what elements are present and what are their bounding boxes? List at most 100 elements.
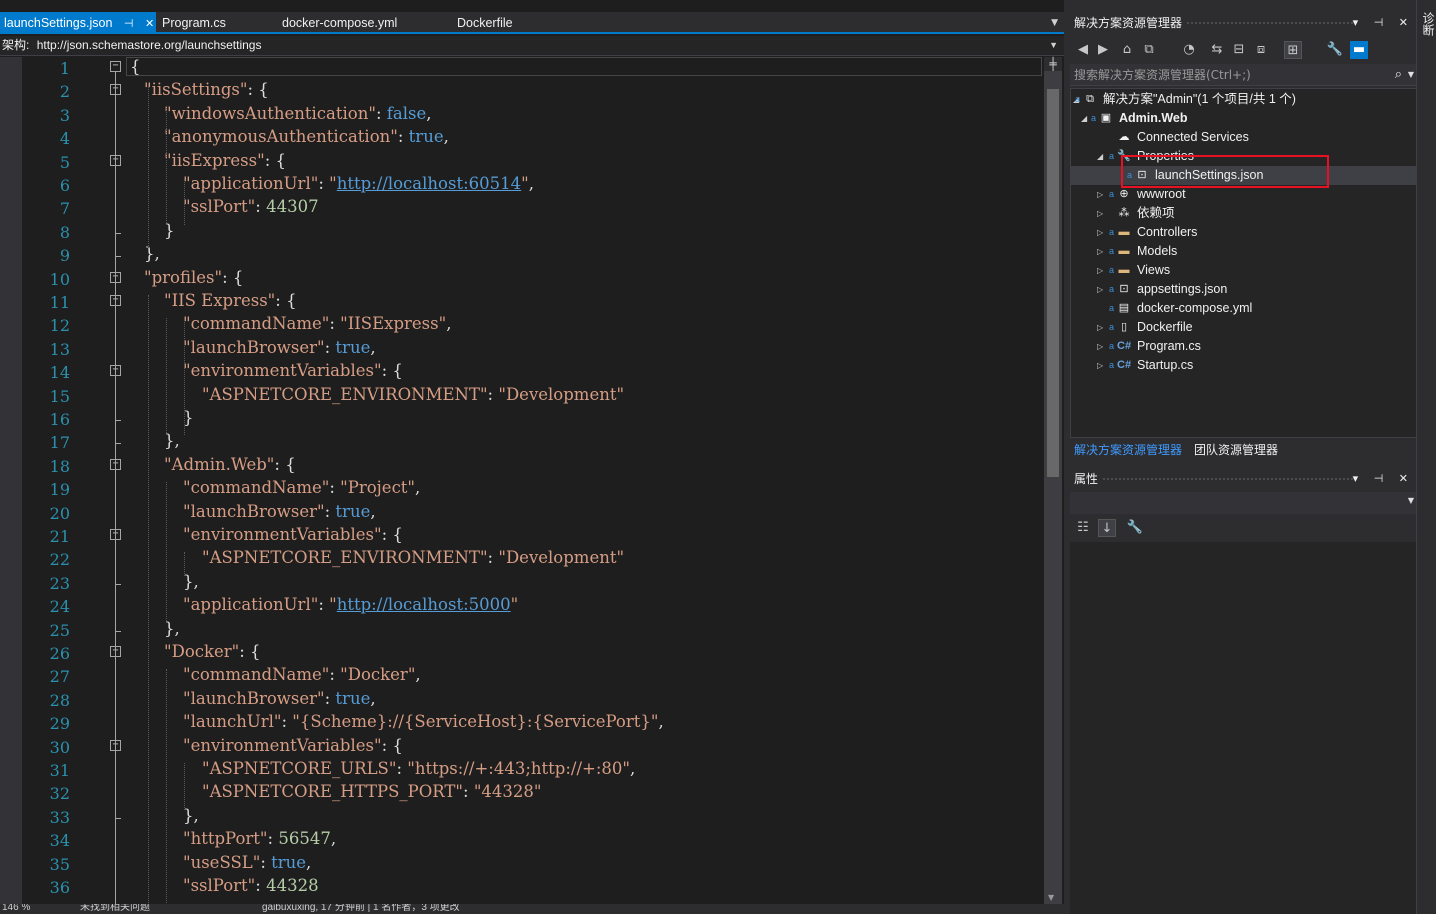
pin-icon[interactable]: ⊣ — [124, 13, 134, 35]
tab-solution-explorer[interactable]: 解决方案资源管理器 — [1070, 440, 1186, 460]
tree-item-connected-services[interactable]: ☁ Connected Services — [1071, 128, 1417, 147]
properties-wrench-icon[interactable]: 🔧 — [1326, 41, 1344, 59]
tree-item-startup-cs[interactable]: ▷ a C# Startup.cs — [1071, 356, 1417, 375]
categorized-icon[interactable]: ☷ — [1074, 519, 1092, 537]
panel-window-controls[interactable]: ▾ ⊣ ✕ — [1353, 12, 1414, 34]
collapse-all-icon[interactable]: ⊟ — [1230, 41, 1248, 59]
tab-overflow-dropdown-icon[interactable]: ▼ — [1051, 12, 1058, 34]
code-line: { — [130, 57, 141, 78]
home-icon[interactable]: ⌂ — [1118, 41, 1136, 59]
code-line: }, — [183, 570, 199, 593]
chevron-down-icon[interactable]: ▼ — [1049, 36, 1058, 55]
diagnostics-side-tab[interactable]: 诊断 — [1420, 12, 1436, 36]
tab-launchsettings[interactable]: launchSettings.json ⊣ ✕ — [0, 12, 156, 34]
collapsed-arrow-icon[interactable]: ▷ — [1097, 185, 1103, 204]
code-line: "applicationUrl": "http://localhost:5000… — [183, 593, 518, 616]
tree-item-docker-compose-yml[interactable]: a ▤ docker-compose.yml — [1071, 299, 1417, 318]
collapsed-arrow-icon[interactable]: ▷ — [1097, 318, 1103, 337]
collapsed-arrow-icon[interactable]: ▷ — [1097, 204, 1103, 223]
solution-tree: ◢ a ⧉ 解决方案"Admin"(1 个项目/共 1 个) ◢ a ▣ Admin.Web ☁… — [1070, 88, 1418, 438]
tab-docker-compose[interactable]: docker-compose.yml — [278, 12, 397, 34]
vertical-scrollbar[interactable]: ▼ — [1044, 57, 1062, 904]
tree-item-solution[interactable]: ◢ a ⧉ 解决方案"Admin"(1 个项目/共 1 个) — [1071, 90, 1417, 109]
code-text-area[interactable]: {"iisSettings": {"windowsAuthentication"… — [126, 57, 1044, 904]
panel-title: 解决方案资源管理器 — [1074, 16, 1183, 30]
solution-explorer-titlebar[interactable]: 解决方案资源管理器 ▾ ⊣ ✕ — [1070, 12, 1418, 34]
properties-titlebar[interactable]: 属性 ▾ ⊣ ✕ — [1070, 468, 1418, 490]
tab-dockerfile[interactable]: Dockerfile — [453, 12, 513, 34]
property-pages-icon[interactable]: 🔧 — [1126, 519, 1144, 537]
code-line: "environmentVariables": { — [183, 359, 403, 382]
editor-status-bar: 146 % 未找到相关问题 gaibuxuxing, 17 分钟前 | 1 名作… — [0, 904, 1064, 914]
code-token: "Admin.Web" — [164, 454, 275, 474]
minimize-icon[interactable]: ▬ — [1350, 41, 1368, 59]
pending-changes-filter-icon[interactable]: ◔ — [1180, 41, 1198, 59]
back-icon[interactable]: ◀ — [1074, 41, 1092, 59]
drag-grip[interactable] — [1186, 21, 1356, 25]
line-number: 23 — [49, 573, 70, 593]
source-control-lock-icon: a — [1109, 246, 1115, 256]
collapsed-arrow-icon[interactable]: ▷ — [1097, 356, 1103, 375]
collapsed-arrow-icon[interactable]: ▷ — [1097, 261, 1103, 280]
forward-icon[interactable]: ▶ — [1094, 41, 1112, 59]
tree-item-appsettings-json[interactable]: ▷ a ⊡ appsettings.json — [1071, 280, 1417, 299]
chevron-down-icon[interactable]: ▼ — [1408, 496, 1414, 505]
url-link[interactable]: http://localhost:60514 — [337, 174, 521, 193]
code-line: "Docker": { — [164, 640, 261, 663]
collapsed-arrow-icon[interactable]: ▷ — [1097, 242, 1103, 261]
scrollbar-thumb[interactable] — [1047, 89, 1059, 477]
line-number: 33 — [49, 807, 70, 827]
alphabetical-icon[interactable]: ↓ — [1098, 519, 1116, 537]
search-icon[interactable]: ⌕ — [1395, 64, 1402, 86]
tab-program-cs[interactable]: Program.cs — [158, 12, 226, 34]
indicator-margin — [0, 57, 22, 904]
tree-item-models[interactable]: ▷ a ▬ Models — [1071, 242, 1417, 261]
tree-item-views[interactable]: ▷ a ▬ Views — [1071, 261, 1417, 280]
switch-views-icon[interactable]: ⧉ — [1140, 41, 1158, 59]
solution-explorer-search-input[interactable]: 搜索解决方案资源管理器(Ctrl+;) ⌕ ▼ — [1070, 64, 1418, 86]
properties-object-selector[interactable]: ▼ — [1070, 492, 1418, 514]
outline-end-mark — [115, 420, 121, 421]
search-options-icon[interactable]: ▼ — [1408, 64, 1414, 86]
collapse-icon[interactable]: − — [110, 61, 121, 72]
line-number: 31 — [49, 761, 70, 780]
git-blame-info[interactable]: gaibuxuxing, 17 分钟前 | 1 名作者，3 项更改 — [262, 904, 460, 914]
tree-item-label: Models — [1137, 244, 1178, 258]
drag-grip[interactable] — [1102, 477, 1358, 481]
line-number: 20 — [49, 503, 70, 523]
panel-window-controls[interactable]: ▾ ⊣ ✕ — [1353, 468, 1414, 490]
code-token: "iisSettings" — [144, 80, 248, 100]
scroll-down-icon[interactable]: ▼ — [1048, 893, 1054, 902]
tree-item-admin-web[interactable]: ◢ a ▣ Admin.Web — [1071, 109, 1417, 128]
show-all-files-icon[interactable]: ⧈ — [1252, 41, 1270, 59]
line-number: 8 — [59, 222, 70, 242]
preview-selected-icon[interactable]: ⊞ — [1284, 41, 1302, 59]
line-number: 30 — [49, 737, 70, 757]
expanded-arrow-icon[interactable]: ◢ — [1097, 147, 1103, 166]
zoom-level[interactable]: 146 % — [2, 904, 30, 914]
tool-window-area: 解决方案资源管理器 ▾ ⊣ ✕ ◀ ▶ ⌂ ⧉ ◔ ⇆ ⊟ ⧈ ⊞ 🔧 ▬ 搜索… — [1064, 0, 1436, 914]
tree-item-program-cs[interactable]: ▷ a C# Program.cs — [1071, 337, 1417, 356]
tree-item-[interactable]: ▷ ⁂ 依赖项 — [1071, 204, 1417, 223]
code-token: : — [260, 852, 272, 872]
sync-icon[interactable]: ⇆ — [1208, 41, 1226, 59]
line-number: 34 — [49, 831, 70, 851]
schema-navigation-bar[interactable]: 架构: http://json.schemastore.org/launchse… — [0, 36, 1064, 56]
code-line: "launchUrl": "{Scheme}://{ServiceHost}:{… — [183, 710, 664, 733]
url-link[interactable]: http://localhost:5000 — [337, 595, 511, 614]
collapsed-arrow-icon[interactable]: ▷ — [1097, 223, 1103, 242]
tree-item-dockerfile[interactable]: ▷ a ▯ Dockerfile — [1071, 318, 1417, 337]
collapsed-arrow-icon[interactable]: ▷ — [1097, 280, 1103, 299]
issues-status[interactable]: 未找到相关问题 — [80, 904, 150, 914]
close-icon[interactable]: ✕ — [145, 13, 154, 35]
expanded-arrow-icon[interactable]: ◢ — [1081, 109, 1087, 128]
tab-team-explorer[interactable]: 团队资源管理器 — [1190, 440, 1282, 460]
source-control-lock-icon: a — [1109, 189, 1115, 199]
collapsed-arrow-icon[interactable]: ▷ — [1097, 337, 1103, 356]
line-number: 25 — [49, 620, 70, 640]
tree-item-controllers[interactable]: ▷ a ▬ Controllers — [1071, 223, 1417, 242]
tree-item-label: Controllers — [1137, 225, 1198, 239]
code-token: false — [386, 103, 427, 123]
split-window-icon[interactable]: ╪ — [1044, 57, 1062, 71]
code-line: "ASPNETCORE_HTTPS_PORT": "44328" — [202, 780, 541, 803]
